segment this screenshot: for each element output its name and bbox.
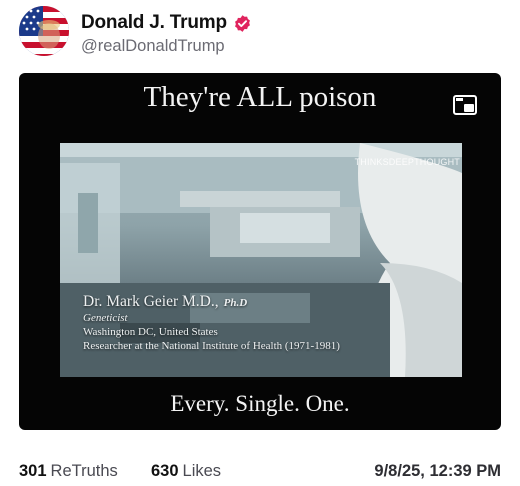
video-watermark: THINKSDEEPTHOUGHT	[354, 157, 460, 167]
avatar[interactable]	[19, 6, 69, 56]
lower-third-credential: Ph.D	[223, 297, 248, 309]
flag-avatar-image	[19, 6, 69, 56]
retruths-stat[interactable]: 301 ReTruths	[19, 462, 118, 481]
lower-third-affiliation: Researcher at the National Institute of …	[83, 340, 340, 352]
likes-stat[interactable]: 630 Likes	[151, 462, 221, 481]
lower-third-title: Geneticist	[83, 312, 128, 324]
lower-third-location: Washington DC, United States	[83, 326, 218, 338]
author-display-name[interactable]: Donald J. Trump	[81, 12, 227, 34]
likes-count: 630	[151, 462, 179, 480]
post-timestamp[interactable]: 9/8/25, 12:39 PM	[374, 462, 501, 481]
likes-label: Likes	[182, 462, 222, 480]
video-caption-top: They're ALL poison	[143, 81, 377, 113]
author-name-row: Donald J. Trump	[81, 12, 252, 34]
video-frame: THINKSDEEPTHOUGHT Dr. Mark Geier M.D., P…	[60, 143, 462, 377]
retruths-count: 301	[19, 462, 47, 480]
lower-third-name: Dr. Mark Geier M.D.,	[83, 293, 219, 310]
video-lower-third: Dr. Mark Geier M.D., Ph.D Geneticist Was…	[83, 293, 340, 353]
post-footer: 301 ReTruths 630 Likes 9/8/25, 12:39 PM	[19, 459, 501, 483]
retruths-label: ReTruths	[50, 462, 118, 480]
post-header: Donald J. Trump @realDonaldTrump	[19, 6, 509, 60]
video-caption-bottom: Every. Single. One.	[170, 391, 350, 416]
author-handle[interactable]: @realDonaldTrump	[81, 37, 225, 56]
verified-badge-icon	[234, 14, 250, 32]
picture-in-picture-icon[interactable]	[453, 95, 477, 115]
lower-third-name-row: Dr. Mark Geier M.D., Ph.D	[83, 293, 340, 311]
video-player[interactable]: They're ALL poison THINKSDEEPTHOUGHT Dr.…	[19, 73, 501, 430]
